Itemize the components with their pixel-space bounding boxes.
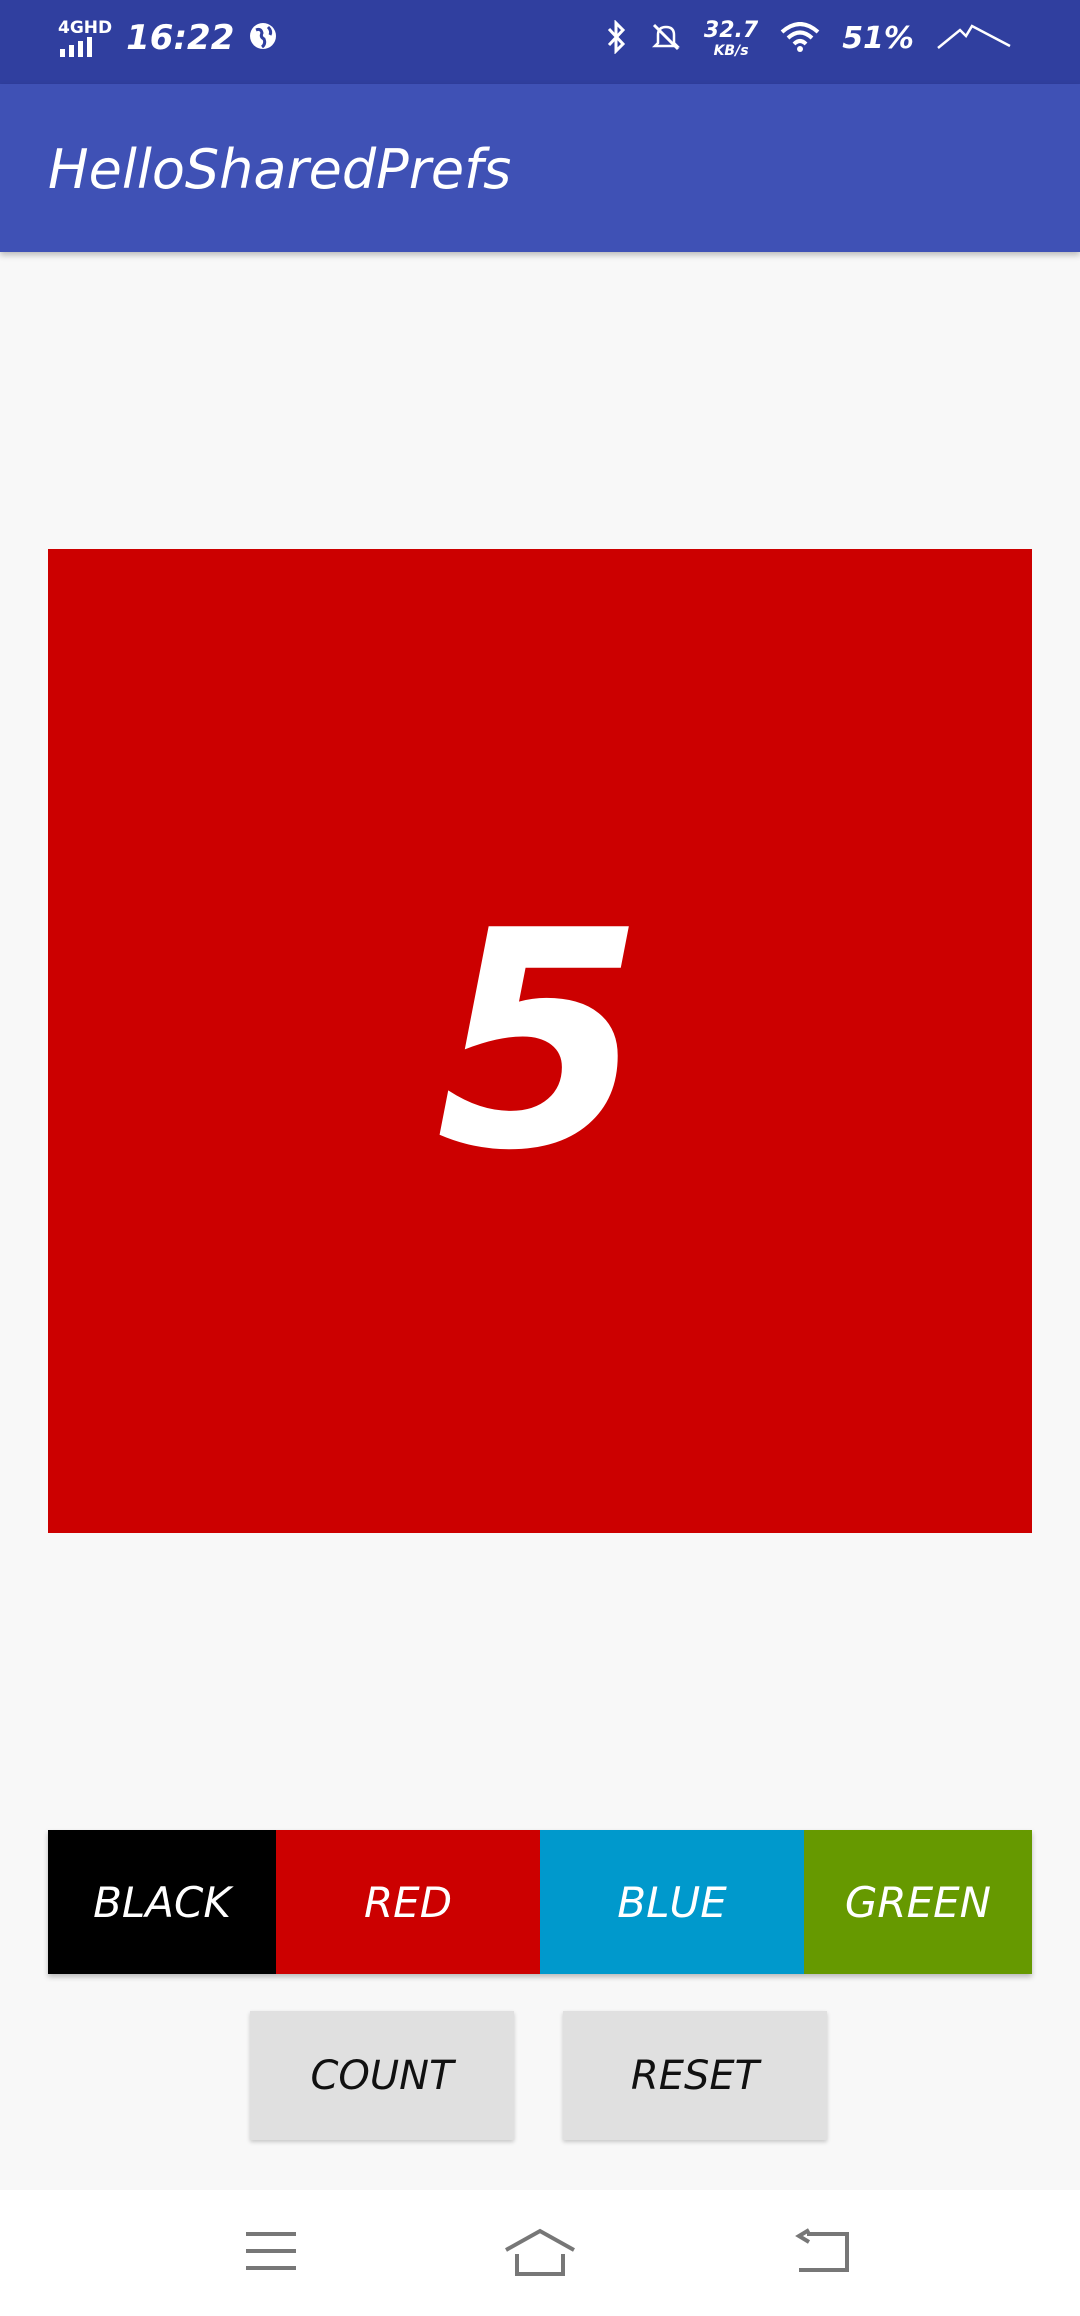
count-button[interactable]: COUNT	[250, 2011, 514, 2140]
navigation-bar	[0, 2190, 1080, 2316]
wifi-icon	[780, 21, 820, 56]
battery-percent: 51%	[842, 21, 914, 56]
green-button-label: GREEN	[844, 1877, 992, 1927]
reset-button-label: RESET	[630, 2052, 760, 2099]
bluetooth-icon	[606, 18, 628, 58]
silent-bell-icon	[650, 21, 682, 57]
green-button[interactable]: GREEN	[804, 1830, 1032, 1974]
globe-icon	[248, 21, 278, 55]
network-speed: 32.7 KB/s	[704, 18, 758, 59]
count-value: 5	[435, 866, 645, 1216]
network-type: 4GHD	[58, 17, 113, 38]
back-icon[interactable]	[795, 2228, 851, 2278]
blue-button[interactable]: BLUE	[540, 1830, 804, 1974]
black-button-label: BLACK	[93, 1877, 231, 1927]
blue-button-label: BLUE	[617, 1877, 727, 1927]
speed-unit: KB/s	[713, 43, 749, 59]
signal-icon: 4GHD	[58, 17, 113, 57]
black-button[interactable]: BLACK	[48, 1830, 276, 1974]
red-button[interactable]: RED	[276, 1830, 540, 1974]
home-icon[interactable]	[503, 2228, 577, 2282]
app-bar: HelloSharedPrefs	[0, 84, 1080, 252]
app-title: HelloSharedPrefs	[48, 138, 512, 201]
count-display: 5	[48, 549, 1032, 1533]
battery-icon	[936, 22, 1012, 56]
menu-icon[interactable]	[244, 2228, 298, 2278]
count-button-label: COUNT	[310, 2052, 454, 2099]
color-button-row: BLACK RED BLUE GREEN	[48, 1830, 1032, 1974]
status-time: 16:22	[126, 18, 235, 58]
reset-button[interactable]: RESET	[563, 2011, 827, 2140]
status-bar: 4GHD 16:22 32.7 KB/s 51%	[0, 0, 1080, 84]
speed-value: 32.7	[703, 18, 759, 43]
red-button-label: RED	[363, 1877, 453, 1927]
